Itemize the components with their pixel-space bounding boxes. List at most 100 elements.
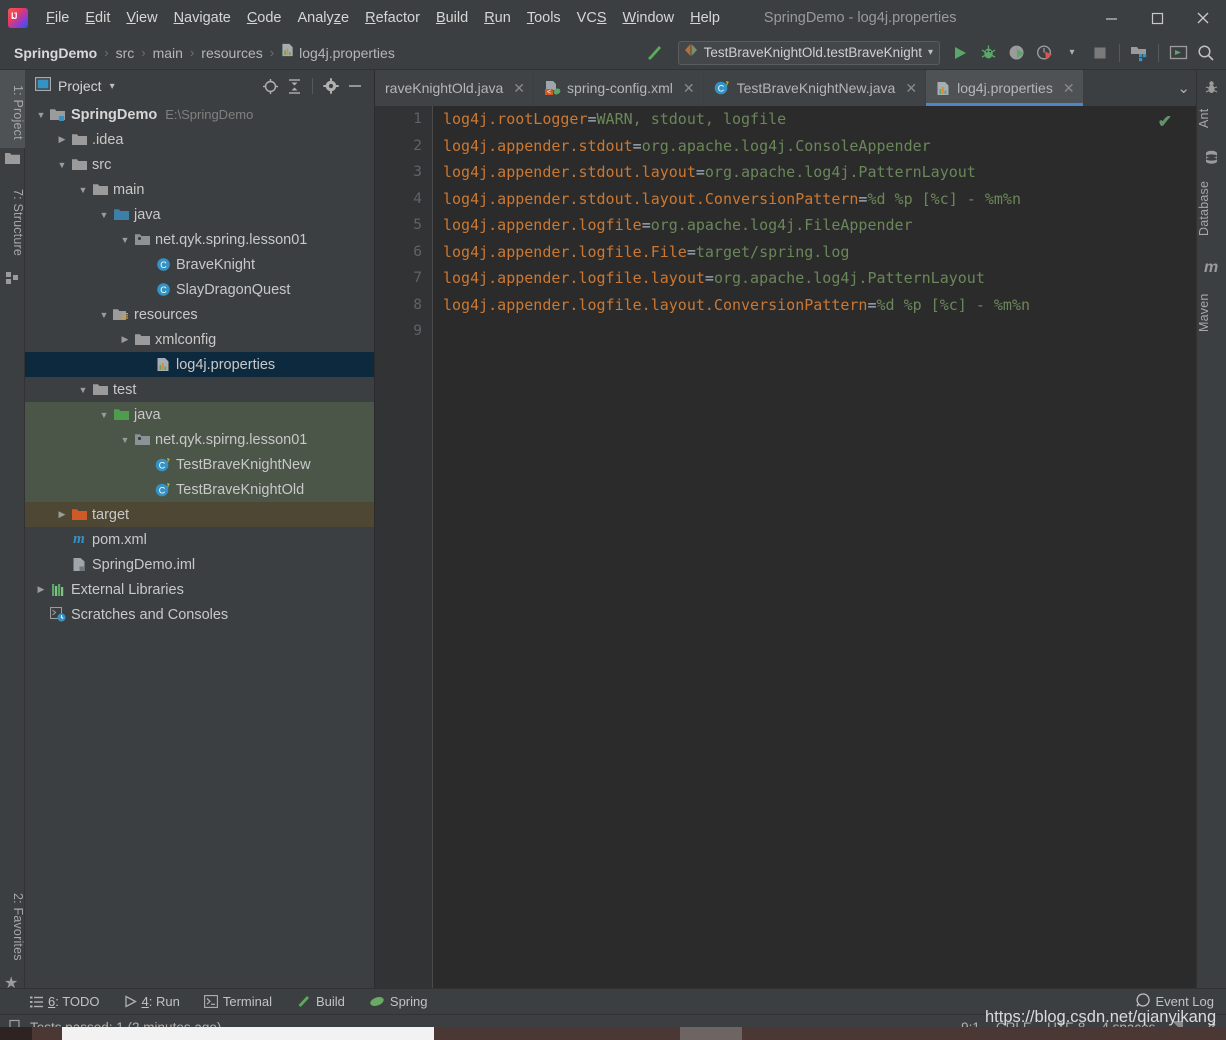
- target-icon[interactable]: [259, 75, 281, 97]
- chevron-right-icon[interactable]: ▶: [117, 334, 133, 345]
- bottom-tool-window-build[interactable]: Build: [296, 994, 345, 1009]
- debug-button[interactable]: [974, 39, 1002, 67]
- code-line[interactable]: log4j.appender.stdout.layout=org.apache.…: [433, 159, 1196, 186]
- search-everywhere-button[interactable]: [1192, 39, 1220, 67]
- sidebar-item-favorites[interactable]: 2: Favorites: [0, 876, 25, 972]
- code-line[interactable]: [433, 318, 1196, 345]
- code-line[interactable]: log4j.rootLogger=WARN, stdout, logfile: [433, 106, 1196, 133]
- breadcrumb-item-3[interactable]: resources: [201, 45, 262, 61]
- tree-node[interactable]: ▼ net.qyk.spirng.lesson01: [25, 427, 374, 452]
- sidebar-item-structure[interactable]: 7: Structure: [0, 172, 25, 268]
- tree-node[interactable]: C BraveKnight: [25, 252, 374, 277]
- menu-item-edit[interactable]: Edit: [77, 7, 118, 29]
- tree-node[interactable]: m pom.xml: [25, 527, 374, 552]
- tree-node[interactable]: C TestBraveKnightNew: [25, 452, 374, 477]
- editor-tab[interactable]: < spring-config.xml ✕: [534, 70, 704, 106]
- chevron-down-icon[interactable]: ⌄: [1177, 79, 1190, 97]
- editor-scrollbar[interactable]: [1184, 142, 1196, 988]
- close-icon[interactable]: ✕: [683, 80, 695, 97]
- editor-tab[interactable]: C TestBraveKnightNew.java ✕: [703, 70, 927, 106]
- menu-item-file[interactable]: File: [38, 7, 77, 29]
- close-icon[interactable]: ✕: [1063, 80, 1075, 97]
- menu-item-build[interactable]: Build: [428, 7, 476, 29]
- minus-icon[interactable]: [344, 75, 366, 97]
- menu-item-window[interactable]: Window: [615, 7, 683, 29]
- menu-item-tools[interactable]: Tools: [519, 7, 569, 29]
- code-line[interactable]: log4j.appender.stdout=org.apache.log4j.C…: [433, 133, 1196, 160]
- chevron-down-icon[interactable]: ▼: [117, 235, 133, 245]
- tree-node[interactable]: ▶ xmlconfig: [25, 327, 374, 352]
- hammer-build-icon[interactable]: [640, 39, 668, 67]
- chevron-down-icon[interactable]: ▼: [96, 410, 112, 420]
- inspection-status-icon[interactable]: ✔: [1158, 112, 1172, 132]
- close-icon[interactable]: ✕: [905, 80, 917, 97]
- tree-node[interactable]: ▼ main: [25, 177, 374, 202]
- tree-node[interactable]: ▶ target: [25, 502, 374, 527]
- chevron-down-icon[interactable]: ▼: [117, 435, 133, 445]
- code-line[interactable]: log4j.appender.stdout.layout.ConversionP…: [433, 186, 1196, 213]
- editor-tab-overflow[interactable]: ⌄: [1171, 70, 1196, 106]
- chevron-down-icon[interactable]: ▼: [75, 185, 91, 195]
- project-structure-button[interactable]: [1125, 39, 1153, 67]
- menu-item-help[interactable]: Help: [682, 7, 728, 29]
- tree-node[interactable]: ▶ .idea: [25, 127, 374, 152]
- code-line[interactable]: log4j.appender.logfile.layout.Conversion…: [433, 292, 1196, 319]
- console-button[interactable]: [1164, 39, 1192, 67]
- project-tree[interactable]: ▼ SpringDemo E:\SpringDemo ▶ .idea ▼ src ▼ main ▼…: [25, 102, 374, 988]
- menu-item-navigate[interactable]: Navigate: [166, 7, 239, 29]
- code-line[interactable]: log4j.appender.logfile.layout=org.apache…: [433, 265, 1196, 292]
- chevron-right-icon[interactable]: ▶: [54, 134, 70, 145]
- tree-node[interactable]: log4j.properties: [25, 352, 374, 377]
- tree-node[interactable]: ▼ SpringDemo E:\SpringDemo: [25, 102, 374, 127]
- chevron-down-icon[interactable]: ▼: [54, 160, 70, 170]
- bottom-tool-window-run[interactable]: 4: Run: [124, 994, 180, 1009]
- tree-node[interactable]: ▼ java: [25, 202, 374, 227]
- sidebar-item-database[interactable]: Database: [1197, 170, 1225, 250]
- profile-button[interactable]: [1030, 39, 1058, 67]
- bottom-tool-window-todo[interactable]: 6: TODO: [30, 994, 100, 1009]
- collapse-all-icon[interactable]: [283, 75, 305, 97]
- menu-item-view[interactable]: View: [118, 7, 165, 29]
- profile-dropdown[interactable]: ▾: [1058, 39, 1086, 67]
- run-configuration-selector[interactable]: TestBraveKnightOld.testBraveKnight ▾: [677, 40, 940, 65]
- close-button[interactable]: [1180, 0, 1226, 36]
- tree-node[interactable]: ▼ test: [25, 377, 374, 402]
- chevron-down-icon[interactable]: ▼: [33, 110, 49, 120]
- menu-item-code[interactable]: Code: [239, 7, 290, 29]
- breadcrumb-item-0[interactable]: SpringDemo: [14, 45, 97, 61]
- tree-node[interactable]: SpringDemo.iml: [25, 552, 374, 577]
- gear-icon[interactable]: [320, 75, 342, 97]
- code-editor[interactable]: 123456789 log4j.rootLogger=WARN, stdout,…: [375, 106, 1196, 988]
- breadcrumb-item-4[interactable]: log4j.properties: [299, 45, 395, 61]
- bottom-tool-window-terminal[interactable]: Terminal: [203, 994, 272, 1009]
- run-button[interactable]: [946, 39, 974, 67]
- tree-node[interactable]: ▼ java: [25, 402, 374, 427]
- minimize-button[interactable]: [1088, 0, 1134, 36]
- code-line[interactable]: log4j.appender.logfile.File=target/sprin…: [433, 239, 1196, 266]
- sidebar-item-project[interactable]: 1: Project: [0, 70, 25, 148]
- chevron-right-icon[interactable]: ▶: [33, 584, 49, 595]
- tree-node[interactable]: ▼ resources: [25, 302, 374, 327]
- tree-node[interactable]: ▼ net.qyk.spring.lesson01: [25, 227, 374, 252]
- chevron-right-icon[interactable]: ▶: [54, 509, 70, 520]
- project-view-chevron-down-icon[interactable]: ▾: [110, 81, 115, 92]
- menu-item-vcs[interactable]: VCS: [569, 7, 615, 29]
- chevron-down-icon[interactable]: ▼: [96, 210, 112, 220]
- stop-button[interactable]: [1086, 39, 1114, 67]
- chevron-down-icon[interactable]: ▼: [96, 310, 112, 320]
- run-with-coverage-button[interactable]: [1002, 39, 1030, 67]
- tree-node[interactable]: C TestBraveKnightOld: [25, 477, 374, 502]
- editor-tab[interactable]: raveKnightOld.java ✕: [375, 70, 535, 106]
- editor-tab[interactable]: log4j.properties ✕: [926, 70, 1084, 106]
- breadcrumb-item-2[interactable]: main: [153, 45, 183, 61]
- chevron-down-icon[interactable]: ▾: [928, 47, 933, 58]
- breadcrumb-item-1[interactable]: src: [116, 45, 135, 61]
- menu-item-run[interactable]: Run: [476, 7, 519, 29]
- event-log-button[interactable]: Event Log: [1136, 993, 1226, 1010]
- sidebar-item-ant[interactable]: Ant: [1197, 100, 1225, 140]
- close-icon[interactable]: ✕: [513, 80, 525, 97]
- maximize-button[interactable]: [1134, 0, 1180, 36]
- bottom-tool-window-spring[interactable]: Spring: [369, 994, 427, 1009]
- tree-node[interactable]: Scratches and Consoles: [25, 602, 374, 627]
- code-content[interactable]: log4j.rootLogger=WARN, stdout, logfile lo…: [433, 106, 1196, 988]
